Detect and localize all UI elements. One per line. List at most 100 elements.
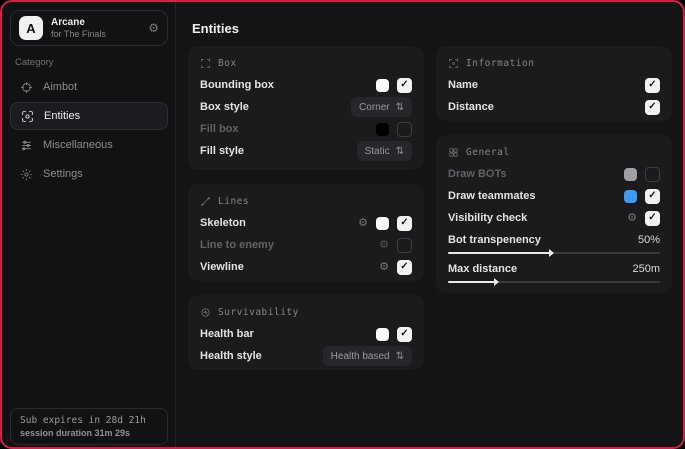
color-swatch[interactable]	[376, 328, 389, 341]
sidebar-item-entities[interactable]: Entities	[10, 102, 168, 130]
color-swatch[interactable]	[624, 190, 637, 203]
checkbox[interactable]	[397, 260, 412, 275]
crosshair-icon	[20, 81, 33, 94]
slider-label: Max distance	[448, 263, 624, 275]
sidebar-item-label: Entities	[44, 110, 80, 122]
checkbox[interactable]	[397, 327, 412, 342]
logo-card: A Arcane for The Finals ⚙	[10, 10, 168, 46]
slider-max-distance: Max distance 250m	[448, 260, 660, 283]
category-label: Category	[15, 57, 54, 68]
checkbox[interactable]	[397, 78, 412, 93]
slider-label: Bot transpenency	[448, 234, 630, 246]
slider-value: 250m	[632, 263, 660, 275]
row-line-to-enemy: Line to enemy ⚙	[200, 234, 412, 256]
row-viewline: Viewline ⚙	[200, 256, 412, 278]
panel-general: General Draw BOTs Draw teammates Visibil…	[436, 135, 672, 293]
row-name: Name	[448, 74, 660, 96]
slider-value: 50%	[638, 234, 660, 246]
color-swatch[interactable]	[376, 79, 389, 92]
row-draw-bots: Draw BOTs	[448, 163, 660, 185]
settings-gear-icon[interactable]: ⚙	[358, 218, 368, 229]
row-label: Distance	[448, 101, 637, 113]
session-duration-text: session duration 31m 29s	[20, 428, 158, 438]
settings-gear-icon[interactable]: ⚙	[627, 213, 637, 224]
app-subtitle: for The Finals	[51, 29, 140, 39]
row-label: Fill style	[200, 145, 349, 157]
sidebar-item-label: Miscellaneous	[43, 139, 113, 151]
color-swatch[interactable]	[376, 217, 389, 230]
checkbox[interactable]	[397, 122, 412, 137]
row-box-style: Box style Corner ⇅	[200, 96, 412, 118]
row-draw-teammates: Draw teammates	[448, 185, 660, 207]
color-swatch[interactable]	[624, 168, 637, 181]
sidebar-item-miscellaneous[interactable]: Miscellaneous	[10, 131, 168, 159]
panel-lines: Lines Skeleton ⚙ Line to enemy ⚙ Viewlin…	[188, 184, 424, 281]
checkbox[interactable]	[645, 78, 660, 93]
sidebar-item-label: Settings	[43, 168, 83, 180]
updown-arrows-icon: ⇅	[396, 351, 404, 362]
slider-bot-transparency: Bot transpenency 50%	[448, 231, 660, 254]
panel-general-header: General	[448, 144, 660, 160]
sidebar-item-aimbot[interactable]: Aimbot	[10, 73, 168, 101]
sub-expiry-text: Sub expires in 28d 21h	[20, 415, 158, 426]
row-distance: Distance	[448, 96, 660, 118]
health-style-dropdown[interactable]: Health based ⇅	[323, 346, 412, 366]
row-bounding-box: Bounding box	[200, 74, 412, 96]
row-health-bar: Health bar	[200, 323, 412, 345]
row-fill-box: Fill box	[200, 118, 412, 140]
row-label: Name	[448, 79, 637, 91]
settings-gear-icon[interactable]: ⚙	[379, 240, 389, 251]
gear-icon[interactable]: ⚙	[148, 21, 159, 35]
panel-survivability: Survivability Health bar Health style He…	[188, 295, 424, 370]
checkbox[interactable]	[645, 189, 660, 204]
row-skeleton: Skeleton ⚙	[200, 212, 412, 234]
app-window: A Arcane for The Finals ⚙ Category Aimbo…	[0, 0, 685, 449]
scan-info-icon	[448, 58, 459, 69]
panel-information: Information Name Distance	[436, 46, 672, 121]
row-label: Health bar	[200, 328, 368, 340]
slider-track[interactable]	[448, 252, 660, 254]
corner-brackets-icon	[200, 58, 211, 69]
row-label: Box style	[200, 101, 343, 113]
row-label: Health style	[200, 350, 315, 362]
slider-label-row: Bot transpenency 50%	[448, 231, 660, 249]
slider-handle[interactable]	[448, 281, 495, 283]
app-title: Arcane	[51, 17, 140, 29]
color-swatch[interactable]	[376, 123, 389, 136]
pulse-circle-icon	[200, 307, 211, 318]
checkbox[interactable]	[397, 216, 412, 231]
grid-icon	[448, 147, 459, 158]
panel-survivability-header: Survivability	[200, 304, 412, 320]
row-label: Skeleton	[200, 217, 350, 229]
slider-label-row: Max distance 250m	[448, 260, 660, 278]
fill-style-dropdown[interactable]: Static ⇅	[357, 141, 412, 161]
row-visibility-check: Visibility check ⚙	[448, 207, 660, 229]
updown-arrows-icon: ⇅	[396, 146, 404, 157]
sidebar-item-settings[interactable]: Settings	[10, 160, 168, 188]
sidebar-nav: Aimbot Entities Miscellaneous Settings	[2, 72, 176, 189]
row-label: Visibility check	[448, 212, 619, 224]
subscription-card: Sub expires in 28d 21h session duration …	[10, 408, 168, 445]
panel-box: Box Bounding box Box style Corner ⇅ Fill…	[188, 46, 424, 170]
box-style-dropdown[interactable]: Corner ⇅	[351, 97, 412, 117]
checkbox[interactable]	[645, 211, 660, 226]
main-content: Entities Box Bounding box Box style Corn…	[177, 2, 683, 447]
slider-track[interactable]	[448, 281, 660, 283]
gear-icon	[20, 168, 33, 181]
sidebar: A Arcane for The Finals ⚙ Category Aimbo…	[2, 2, 176, 447]
checkbox[interactable]	[645, 100, 660, 115]
page-title: Entities	[192, 21, 239, 36]
settings-gear-icon[interactable]: ⚙	[379, 262, 389, 273]
panel-lines-header: Lines	[200, 193, 412, 209]
checkbox[interactable]	[645, 167, 660, 182]
row-label: Line to enemy	[200, 239, 371, 251]
slider-handle[interactable]	[448, 252, 550, 254]
panel-information-header: Information	[448, 55, 660, 71]
sliders-icon	[20, 139, 33, 152]
diagonal-line-icon	[200, 196, 211, 207]
row-label: Draw BOTs	[448, 168, 616, 180]
logo-text: Arcane for The Finals	[51, 17, 140, 39]
panel-box-header: Box	[200, 55, 412, 71]
checkbox[interactable]	[397, 238, 412, 253]
row-fill-style: Fill style Static ⇅	[200, 140, 412, 162]
